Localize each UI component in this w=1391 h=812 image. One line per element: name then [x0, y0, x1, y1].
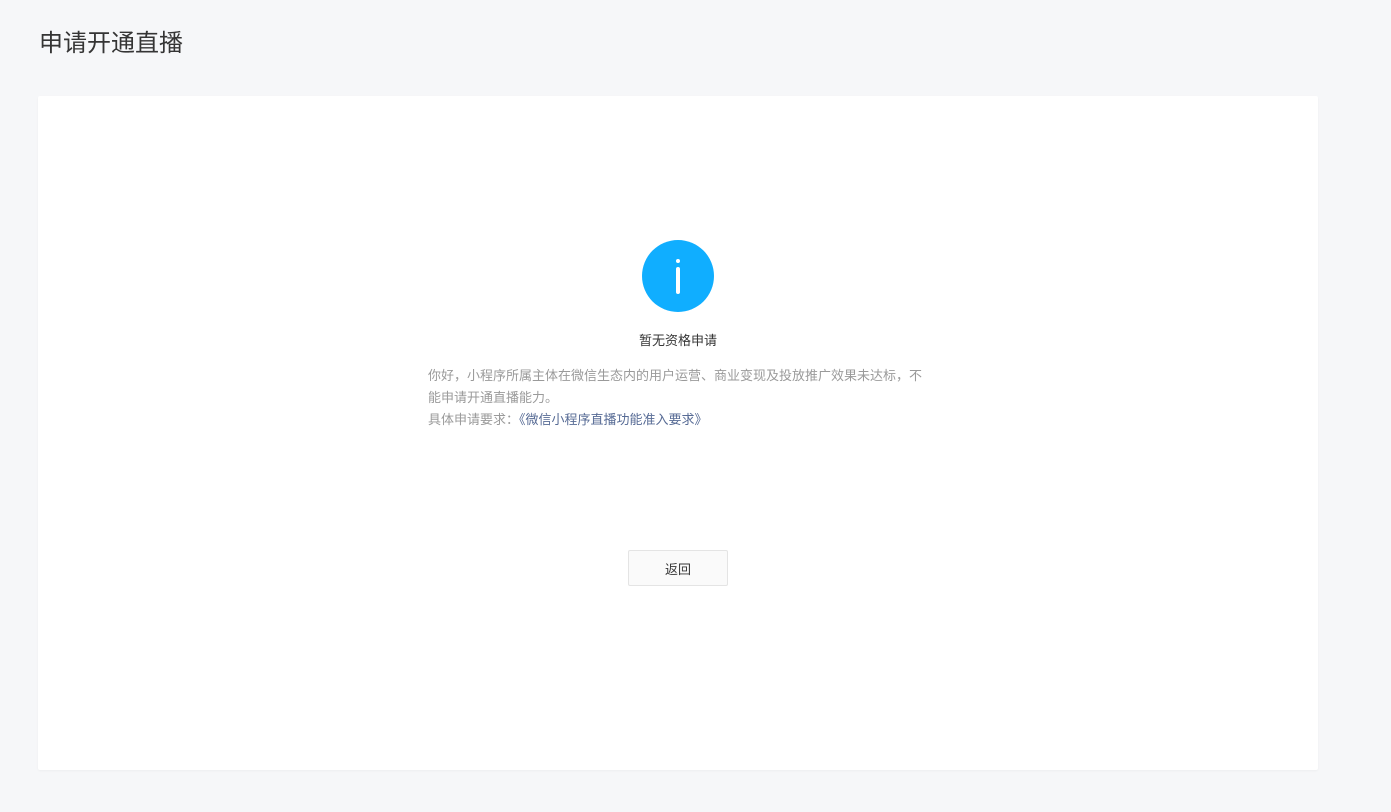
info-icon	[642, 240, 714, 312]
message-title: 暂无资格申请	[638, 334, 717, 349]
page-title: 申请开通直播	[39, 29, 183, 57]
message-description-block: 你好，小程序所属主体在微信生态内的用户运营、商业变现及投放推广效果未达标，不能申…	[428, 366, 928, 432]
back-button[interactable]: 返回	[628, 550, 728, 586]
requirement-link[interactable]: 《微信小程序直播功能准入要求》	[519, 413, 708, 428]
content-card: 暂无资格申请 你好，小程序所属主体在微信生态内的用户运营、商业变现及投放推广效果…	[38, 96, 1318, 770]
requirement-label: 具体申请要求：	[428, 413, 520, 428]
requirement-line: 具体申请要求：《微信小程序直播功能准入要求》	[428, 410, 928, 432]
info-icon-bar	[676, 267, 680, 294]
info-icon-dot	[676, 259, 680, 263]
message-description: 你好，小程序所属主体在微信生态内的用户运营、商业变现及投放推广效果未达标，不能申…	[428, 369, 923, 406]
